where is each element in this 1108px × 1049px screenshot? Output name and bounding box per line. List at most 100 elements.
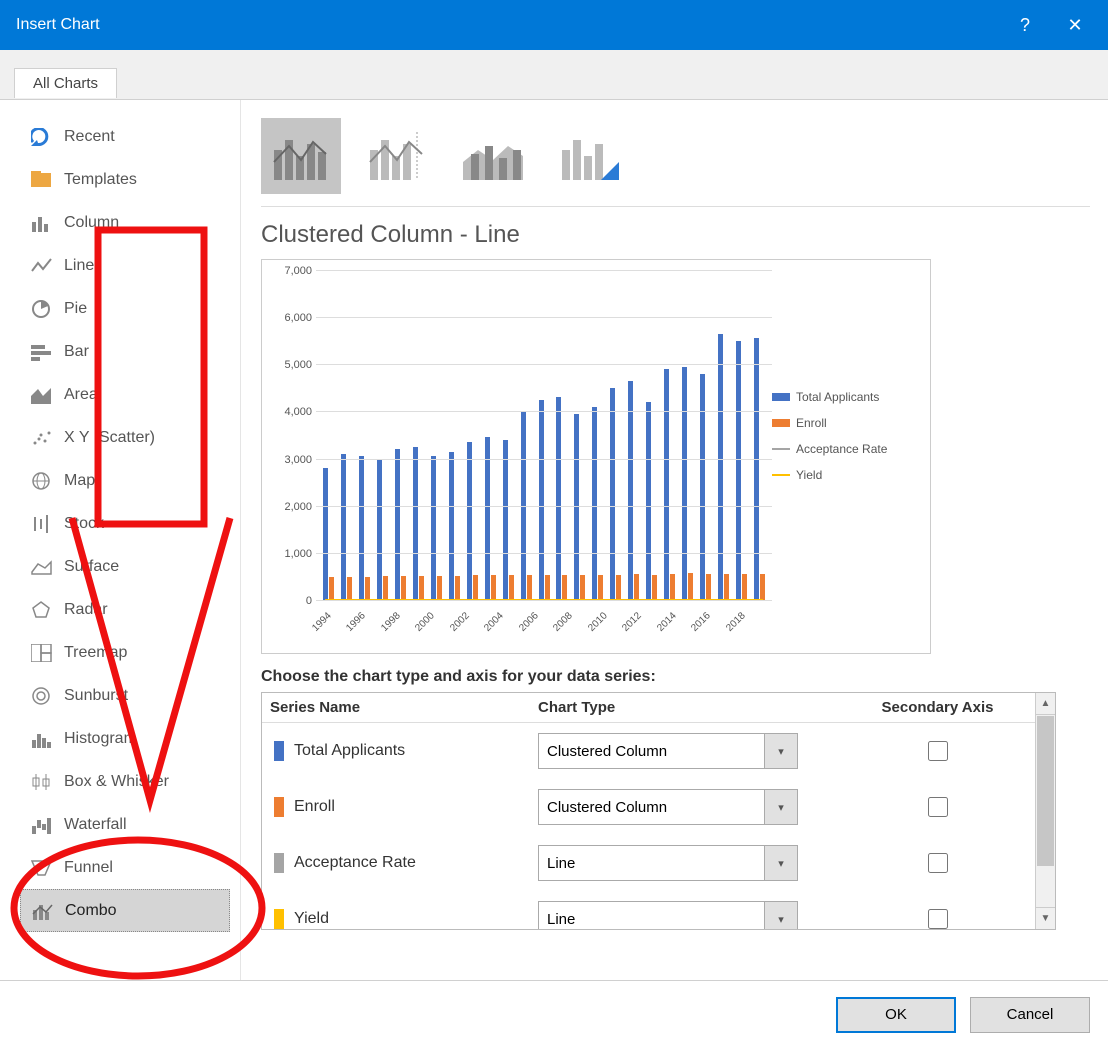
subtype-stacked-area-clustered-column[interactable] xyxy=(453,118,533,194)
stock-icon xyxy=(28,514,56,534)
sidebar-item-label: Recent xyxy=(64,128,115,146)
chart-type-select[interactable]: Clustered ColumnLine xyxy=(538,789,798,825)
chart-type-select[interactable]: Clustered ColumnLine xyxy=(538,901,798,929)
tab-all-charts[interactable]: All Charts xyxy=(14,68,117,98)
column-icon xyxy=(28,213,56,233)
subtype-clustered-column-line[interactable] xyxy=(261,118,341,194)
sidebar-item-label: Combo xyxy=(65,902,117,920)
series-name-label: Yield xyxy=(294,910,329,928)
sidebar-item-label: Surface xyxy=(64,558,119,576)
tab-strip: All Charts xyxy=(0,50,1108,100)
sidebar-item-label: X Y (Scatter) xyxy=(64,429,155,447)
sidebar-item-label: Area xyxy=(64,386,98,404)
scroll-up-button[interactable]: ▲ xyxy=(1036,693,1055,715)
area-icon xyxy=(28,385,56,405)
sidebar-item-area[interactable]: Area xyxy=(28,373,240,416)
series-color-swatch xyxy=(274,853,284,873)
series-name-label: Enroll xyxy=(294,798,335,816)
sidebar-item-line[interactable]: Line xyxy=(28,244,240,287)
sidebar-item-surface[interactable]: Surface xyxy=(28,545,240,588)
chart-category-list: Recent Templates Column Line Pie Bar Area X Y (… xyxy=(0,100,240,980)
col-header-series-name: Series Name xyxy=(270,699,538,716)
sidebar-item-radar[interactable]: Radar xyxy=(28,588,240,631)
sidebar-item-label: Box & Whisker xyxy=(64,773,169,791)
sidebar-item-label: Templates xyxy=(64,171,137,189)
cancel-button[interactable]: Cancel xyxy=(970,997,1090,1033)
scatter-icon xyxy=(28,428,56,448)
secondary-axis-checkbox[interactable] xyxy=(928,797,948,817)
sidebar-item-label: Column xyxy=(64,214,119,232)
series-color-swatch xyxy=(274,909,284,929)
sidebar-item-bar[interactable]: Bar xyxy=(28,330,240,373)
sidebar-item-treemap[interactable]: Treemap xyxy=(28,631,240,674)
series-color-swatch xyxy=(274,741,284,761)
sidebar-item-label: Waterfall xyxy=(64,816,127,834)
series-instruction: Choose the chart type and axis for your … xyxy=(261,668,1090,686)
bar-icon xyxy=(28,342,56,362)
secondary-axis-checkbox[interactable] xyxy=(928,741,948,761)
chart-type-select[interactable]: Clustered ColumnLine xyxy=(538,733,798,769)
boxwhisker-icon xyxy=(28,772,56,792)
subtype-title: Clustered Column - Line xyxy=(261,221,1090,249)
sunburst-icon xyxy=(28,686,56,706)
sidebar-item-funnel[interactable]: Funnel xyxy=(28,846,240,889)
sidebar-item-waterfall[interactable]: Waterfall xyxy=(28,803,240,846)
series-name-label: Total Applicants xyxy=(294,742,405,760)
sidebar-item-sunburst[interactable]: Sunburst xyxy=(28,674,240,717)
combo-icon xyxy=(29,901,57,921)
histogram-icon xyxy=(28,729,56,749)
sidebar-item-map[interactable]: Map xyxy=(28,459,240,502)
pie-icon xyxy=(28,299,56,319)
close-button[interactable]: ✕ xyxy=(1050,0,1100,50)
sidebar-item-label: Treemap xyxy=(64,644,127,662)
radar-icon xyxy=(28,600,56,620)
chart-preview[interactable]: 01,0002,0003,0004,0005,0006,0007,000 199… xyxy=(261,259,931,654)
sidebar-item-templates[interactable]: Templates xyxy=(28,158,240,201)
series-row: Total ApplicantsClustered ColumnLine▾ xyxy=(262,723,1035,779)
main-panel: Clustered Column - Line 01,0002,0003,000… xyxy=(240,100,1108,980)
waterfall-icon xyxy=(28,815,56,835)
series-name-label: Acceptance Rate xyxy=(294,854,416,872)
col-header-chart-type: Chart Type xyxy=(538,699,848,716)
chart-legend: Total ApplicantsEnrollAcceptance RateYie… xyxy=(772,270,922,649)
sidebar-item-label: Radar xyxy=(64,601,108,619)
sidebar-item-recent[interactable]: Recent xyxy=(28,115,240,158)
scroll-down-button[interactable]: ▼ xyxy=(1036,907,1055,929)
map-icon xyxy=(28,471,56,491)
sidebar-item-column[interactable]: Column xyxy=(28,201,240,244)
ok-button[interactable]: OK xyxy=(836,997,956,1033)
sidebar-item-x-y-scatter-[interactable]: X Y (Scatter) xyxy=(28,416,240,459)
help-button[interactable]: ? xyxy=(1000,0,1050,50)
chart-type-select[interactable]: Clustered ColumnLine xyxy=(538,845,798,881)
templates-icon xyxy=(28,170,56,190)
col-header-secondary-axis: Secondary Axis xyxy=(848,699,1027,716)
secondary-axis-checkbox[interactable] xyxy=(928,853,948,873)
series-scrollbar[interactable]: ▲ ▼ xyxy=(1035,693,1055,929)
series-row: Acceptance RateClustered ColumnLine▾ xyxy=(262,835,1035,891)
line-icon xyxy=(28,256,56,276)
window-title: Insert Chart xyxy=(16,16,100,34)
series-config-grid: Series Name Chart Type Secondary Axis To… xyxy=(261,692,1056,930)
scroll-thumb[interactable] xyxy=(1037,716,1054,866)
sidebar-item-histogram[interactable]: Histogram xyxy=(28,717,240,760)
secondary-axis-checkbox[interactable] xyxy=(928,909,948,929)
subtype-row xyxy=(261,118,1090,207)
sidebar-item-label: Stock xyxy=(64,515,104,533)
sidebar-item-label: Line xyxy=(64,257,94,275)
sidebar-item-box-whisker[interactable]: Box & Whisker xyxy=(28,760,240,803)
series-row: YieldClustered ColumnLine▾ xyxy=(262,891,1035,929)
sidebar-item-label: Funnel xyxy=(64,859,113,877)
subtype-clustered-column-line-secondary[interactable] xyxy=(357,118,437,194)
funnel-icon xyxy=(28,858,56,878)
sidebar-item-stock[interactable]: Stock xyxy=(28,502,240,545)
dialog-footer: OK Cancel xyxy=(0,980,1108,1048)
sidebar-item-pie[interactable]: Pie xyxy=(28,287,240,330)
sidebar-item-label: Pie xyxy=(64,300,87,318)
treemap-icon xyxy=(28,643,56,663)
sidebar-item-label: Map xyxy=(64,472,95,490)
recent-icon xyxy=(28,127,56,147)
sidebar-item-combo[interactable]: Combo xyxy=(20,889,230,932)
titlebar: Insert Chart ? ✕ xyxy=(0,0,1108,50)
series-color-swatch xyxy=(274,797,284,817)
subtype-custom-combination[interactable] xyxy=(549,118,629,194)
